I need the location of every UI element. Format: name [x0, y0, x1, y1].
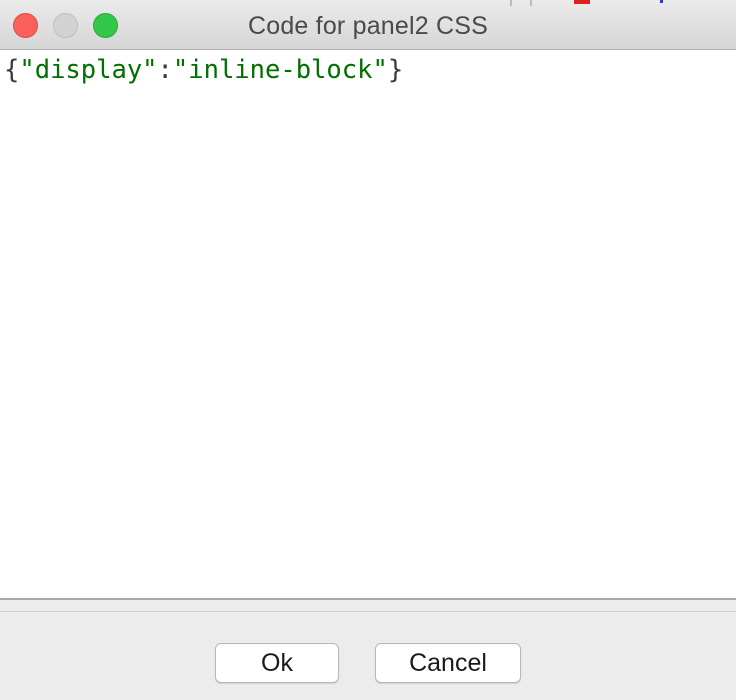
code-line[interactable]: {"display":"inline-block"}: [4, 54, 403, 86]
background-window-edge: [530, 0, 532, 6]
ok-button[interactable]: Ok: [215, 643, 339, 683]
code-key-string: "display": [19, 55, 158, 85]
code-close-brace: }: [387, 55, 404, 85]
code-value-string: "inline-block": [172, 55, 388, 85]
background-window-edge: [510, 0, 512, 6]
background-window-mark: [660, 0, 663, 3]
code-editor[interactable]: {"display":"inline-block"}: [0, 50, 736, 598]
code-colon: :: [157, 55, 173, 85]
code-open-brace: {: [4, 55, 20, 85]
window-title: Code for panel2 CSS: [247, 12, 489, 40]
background-window-mark: [574, 0, 590, 4]
cancel-button[interactable]: Cancel: [375, 643, 521, 683]
code-dialog-window: Code for panel2 CSS {"display":"inline-b…: [0, 0, 736, 700]
title-bar[interactable]: Code for panel2 CSS: [0, 0, 736, 50]
divider: [0, 598, 736, 600]
divider: [0, 611, 736, 612]
